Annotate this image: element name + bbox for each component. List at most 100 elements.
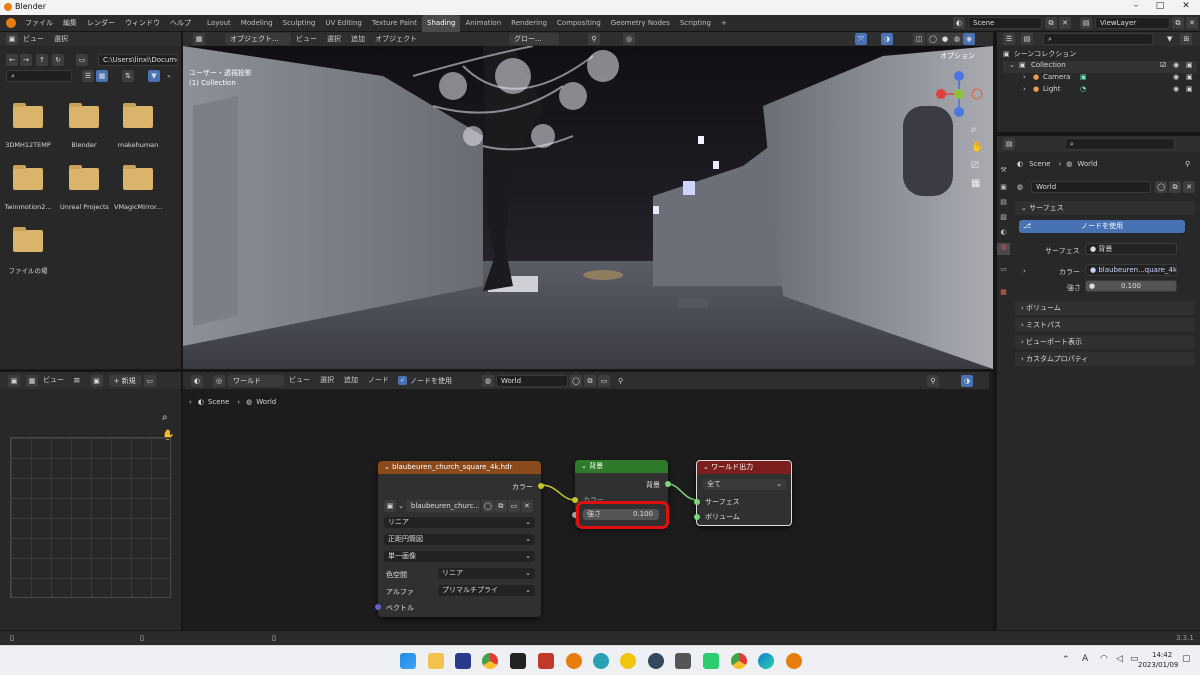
parent-dir-icon[interactable]: ↑ xyxy=(36,54,48,66)
chevron-down-icon[interactable]: ⌄ xyxy=(166,71,172,79)
proportional-edit-icon[interactable]: ◎ xyxy=(623,33,635,45)
folder-item[interactable]: Blender xyxy=(60,103,108,149)
separator[interactable] xyxy=(0,369,995,372)
ime-indicator[interactable]: A xyxy=(1082,654,1088,664)
forward-icon[interactable]: → xyxy=(20,54,32,66)
minimize-button[interactable]: – xyxy=(1128,1,1144,11)
workspace-tab-rendering[interactable]: Rendering xyxy=(506,15,552,32)
fb-menu-select[interactable]: 選択 xyxy=(49,32,73,46)
viewlayer-icon[interactable]: ▤ xyxy=(1080,17,1092,29)
world-tab-icon[interactable]: ◍ xyxy=(997,243,1010,255)
open-file-icon[interactable]: ▭ xyxy=(507,499,520,512)
node-header[interactable]: ⌄ 背景 xyxy=(575,460,668,473)
maximize-button[interactable]: □ xyxy=(1152,1,1168,11)
delete-viewlayer-icon[interactable]: ✕ xyxy=(1186,17,1198,29)
app-icon[interactable] xyxy=(648,653,664,669)
menu-window[interactable]: ウィンドウ xyxy=(120,15,165,32)
fake-user-icon[interactable]: ◯ xyxy=(481,499,494,512)
interaction-mode-dropdown[interactable]: オブジェクト... xyxy=(225,33,291,45)
directory-path-field[interactable]: C:\Users\linxi\Docume... xyxy=(98,54,178,66)
new-image-button[interactable]: + 新規 xyxy=(108,374,141,387)
display-thumbnail-icon[interactable]: ▦ xyxy=(96,70,108,82)
fb-search-input[interactable]: ⌕ xyxy=(6,70,72,82)
app-icon[interactable] xyxy=(455,653,471,669)
display-mode-icon[interactable]: ▤ xyxy=(1021,33,1033,45)
menu-render[interactable]: レンダー xyxy=(82,15,120,32)
chevron-down-icon[interactable]: ⌄ xyxy=(398,502,404,510)
pan-hand-icon[interactable]: ✋ xyxy=(971,142,983,153)
chevron-right-icon[interactable]: › xyxy=(1023,267,1026,275)
workspace-tab-uv-editing[interactable]: UV Editing xyxy=(320,15,367,32)
app-icon[interactable] xyxy=(620,653,636,669)
world-icon[interactable]: ◍ xyxy=(1017,183,1023,191)
image-mode-icon[interactable]: ▦ xyxy=(26,374,38,387)
render-target-dropdown[interactable]: 全て ⌄ xyxy=(703,479,786,490)
alpha-dropdown[interactable]: プリマルチプライ ⌄ xyxy=(438,585,535,596)
node-header[interactable]: ⌄ ワールド出力 xyxy=(697,461,791,474)
new-folder-icon[interactable]: ▭ xyxy=(76,54,88,66)
camera-view-icon[interactable]: ⎚ xyxy=(971,160,979,171)
world-output-node[interactable]: ⌄ ワールド出力 全て ⌄ サーフェス ボリューム xyxy=(694,460,792,526)
interpolation-dropdown[interactable]: リニア ⌄ xyxy=(384,517,535,528)
blender-icon[interactable] xyxy=(786,653,802,669)
workspace-tab-scripting[interactable]: Scripting xyxy=(675,15,716,32)
volume-panel-header[interactable]: › ボリューム xyxy=(1015,301,1195,315)
menu-edit[interactable]: 編集 xyxy=(58,15,82,32)
shader-node-editor[interactable]: ◐ ◎ ワールド ビュー 選択 追加 ノード ✓ ノードを使用 ◍ World … xyxy=(183,372,989,630)
surface-panel-header[interactable]: ⌄ サーフェス xyxy=(1015,201,1195,215)
workspace-tab-compositing[interactable]: Compositing xyxy=(552,15,606,32)
collection-tab-icon[interactable]: ▭ xyxy=(997,265,1010,277)
separator[interactable] xyxy=(993,32,997,630)
custom-properties-panel-header[interactable]: › カスタムプロパティ xyxy=(1015,352,1195,366)
use-nodes-button[interactable]: ⎇ ノードを使用 xyxy=(1019,220,1185,233)
app-icon[interactable] xyxy=(703,653,719,669)
viewport-options-button[interactable]: オプション xyxy=(940,51,975,61)
folder-item[interactable]: Unreal Projects xyxy=(60,165,109,211)
blender-menu-icon[interactable] xyxy=(6,18,16,28)
duplicate-icon[interactable]: ⧉ xyxy=(494,499,507,512)
vp-menu-view[interactable]: ビュー xyxy=(291,32,322,46)
view-layer-tab-icon[interactable]: ▧ xyxy=(997,213,1010,225)
hamburger-icon[interactable]: ≡ xyxy=(73,376,81,386)
world-name-field[interactable]: World xyxy=(1031,181,1152,193)
pin-icon[interactable]: ⚲ xyxy=(1185,160,1190,168)
zoom-icon[interactable]: ⌕ xyxy=(162,412,168,423)
separator[interactable] xyxy=(997,132,1200,136)
open-image-icon[interactable]: ▭ xyxy=(143,374,156,387)
scene-tab-icon[interactable]: ◐ xyxy=(997,228,1010,240)
shading-solid-icon[interactable]: ● xyxy=(939,33,951,45)
epic-games-icon[interactable] xyxy=(510,653,526,669)
viewlayer-field[interactable]: ViewLayer xyxy=(1095,17,1170,29)
3d-viewport[interactable]: ▦ オブジェクト... ビュー 選択 追加 オブジェクト グロー... ⚲ ◎ … xyxy=(183,32,993,369)
ie-menu-view[interactable]: ビュー xyxy=(38,372,69,389)
xray-icon[interactable]: ◫ xyxy=(913,33,925,45)
clock-date[interactable]: 2023/01/09 xyxy=(1138,661,1178,669)
new-collection-icon[interactable]: ⊞ xyxy=(1180,33,1193,45)
app-icon[interactable] xyxy=(538,653,554,669)
image-browse-icon[interactable]: ▣ xyxy=(90,374,103,387)
new-scene-icon[interactable]: ⧉ xyxy=(1045,17,1057,29)
zoom-icon[interactable]: ⌕ xyxy=(971,124,977,135)
editor-type-icon[interactable]: ▣ xyxy=(6,33,18,45)
separator[interactable] xyxy=(181,32,183,630)
fb-menu-view[interactable]: ビュー xyxy=(18,32,49,46)
editor-type-icon[interactable]: ▤ xyxy=(1003,138,1015,150)
vp-menu-select[interactable]: 選択 xyxy=(322,32,346,46)
scene-selector-icon[interactable]: ◐ xyxy=(953,17,965,29)
outliner-scene-collection[interactable]: ▣ シーンコレクション xyxy=(1003,49,1076,59)
workspace-tab-animation[interactable]: Animation xyxy=(460,15,506,32)
color-texture-field[interactable]: ● blaubeuren...quare_4k.hd xyxy=(1085,264,1177,276)
eye-icon[interactable]: ◉ xyxy=(1173,85,1179,93)
unlink-icon[interactable]: ✕ xyxy=(520,499,533,512)
folder-item[interactable]: Twinmotion2... xyxy=(4,165,52,211)
new-viewlayer-icon[interactable]: ⧉ xyxy=(1172,17,1184,29)
shading-rendered-icon[interactable]: ◉ xyxy=(963,33,975,45)
tray-chevron-up-icon[interactable]: ⌃ xyxy=(1062,655,1070,665)
viewport-display-panel-header[interactable]: › ビューポート表示 xyxy=(1015,335,1195,349)
folder-item[interactable]: ファイルの場 xyxy=(4,227,52,275)
uv-grid[interactable] xyxy=(10,437,171,598)
back-icon[interactable]: ← xyxy=(6,54,18,66)
workspace-tab-layout[interactable]: Layout xyxy=(202,15,236,32)
filter-icon[interactable]: ▼ xyxy=(1167,35,1172,43)
app-icon[interactable] xyxy=(675,653,691,669)
